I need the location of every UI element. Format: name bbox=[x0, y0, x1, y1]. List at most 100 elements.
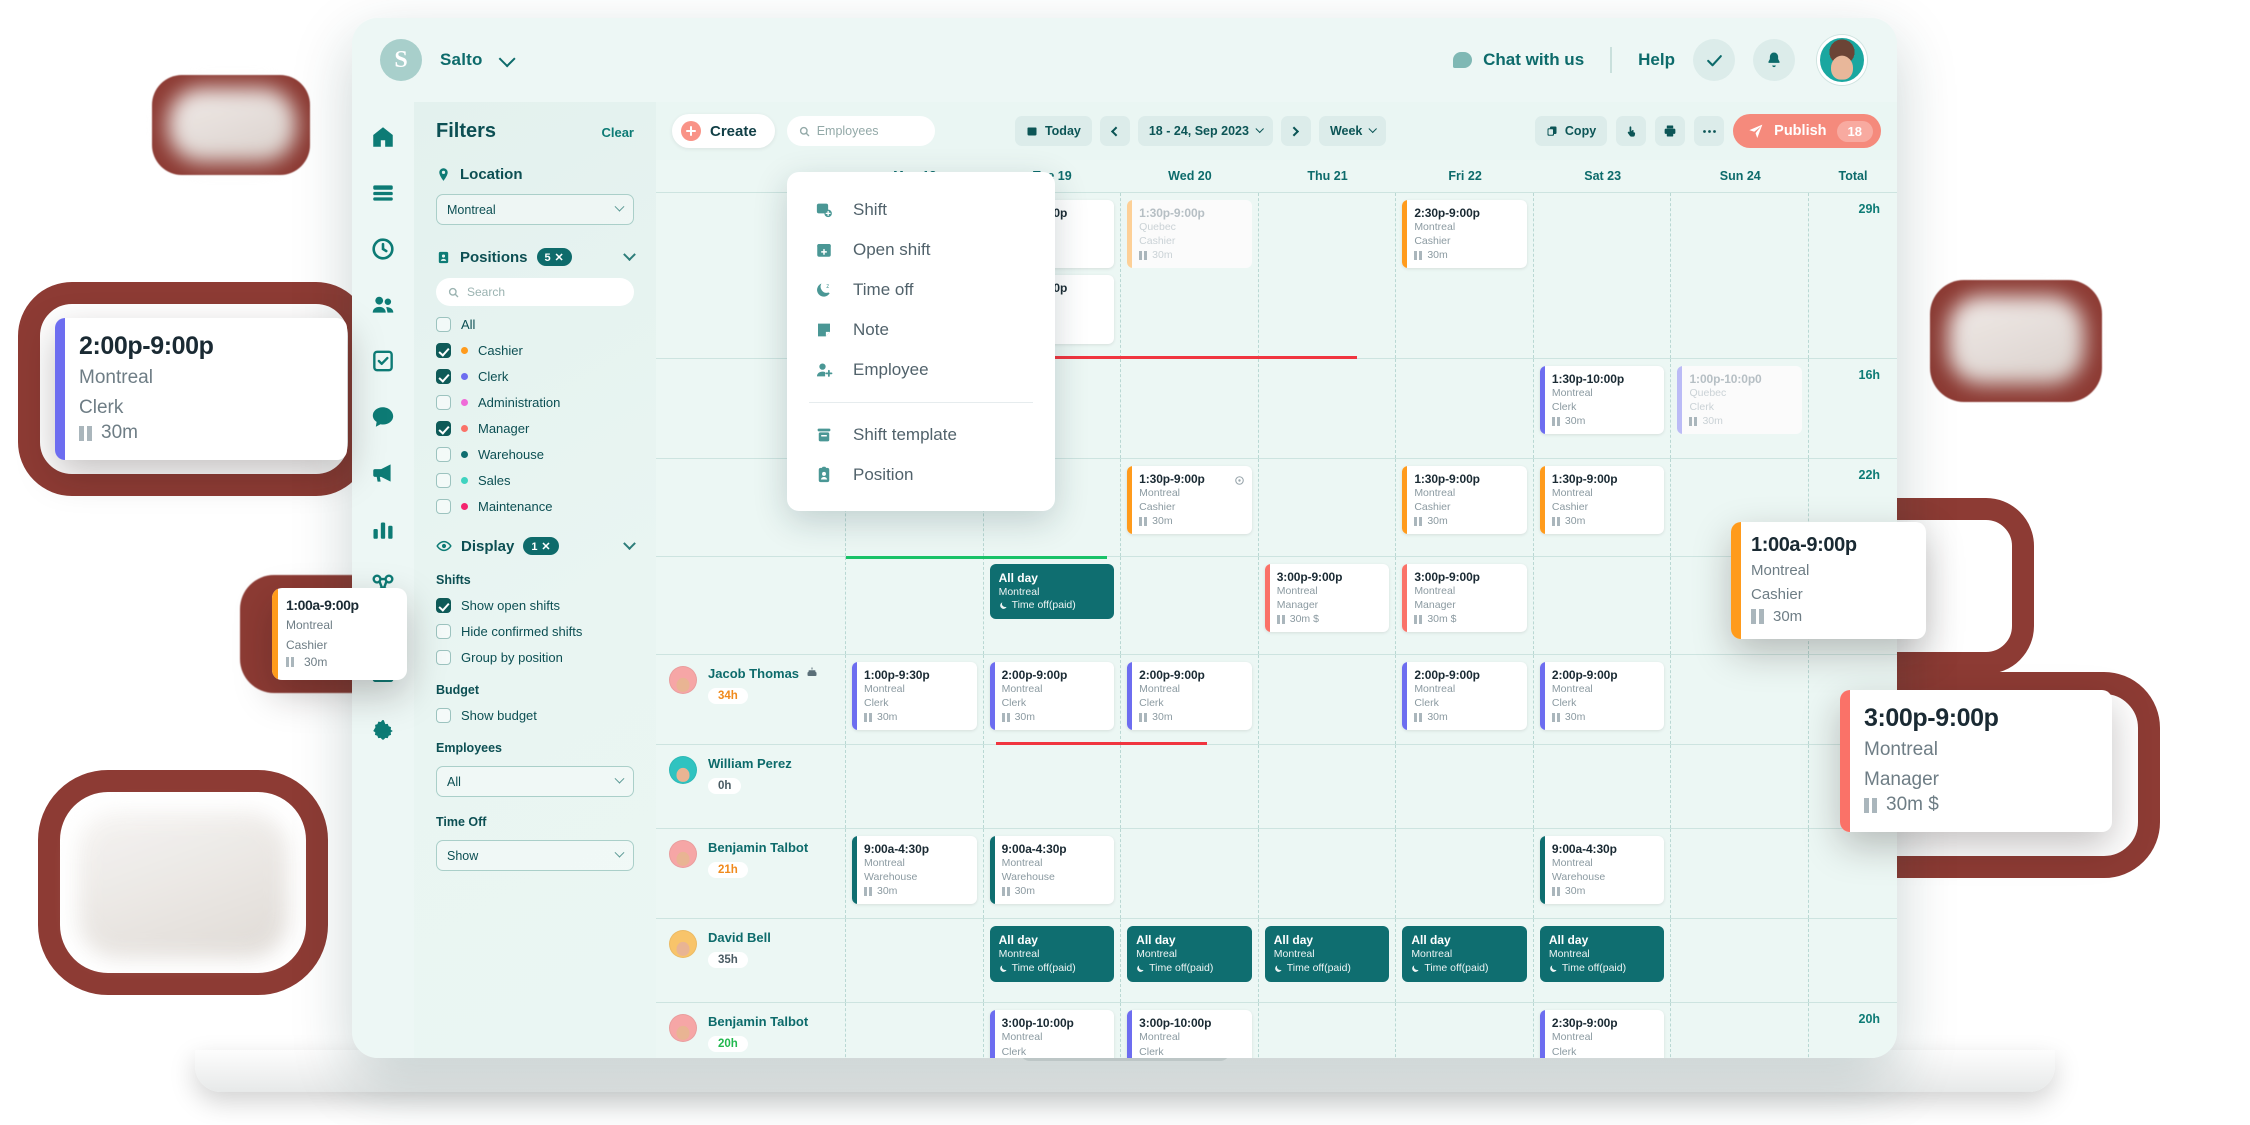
shift-block[interactable]: 9:00a-4:30p Montreal Warehouse 30m bbox=[1539, 836, 1665, 905]
print-button[interactable] bbox=[1655, 116, 1686, 146]
nav-messages-icon[interactable] bbox=[370, 404, 396, 430]
nav-timeclock-icon[interactable] bbox=[370, 236, 396, 262]
shift-block[interactable]: 9:00a-4:30p Montreal Warehouse 30m bbox=[989, 836, 1115, 905]
employee-cell[interactable]: William Perez 0h bbox=[656, 745, 846, 829]
schedule-cell-r8-d3[interactable] bbox=[1259, 1003, 1397, 1058]
shift-block[interactable]: 1:00p-10:0p0 Quebec Clerk 30m bbox=[1677, 365, 1803, 435]
employee-cell[interactable] bbox=[656, 556, 846, 654]
schedule-cell-r3-d0[interactable] bbox=[846, 556, 984, 654]
schedule-cell-r7-d4[interactable]: All day Montreal Time off(paid) bbox=[1396, 919, 1534, 1003]
schedule-cell-r5-d5[interactable] bbox=[1534, 745, 1672, 829]
previous-week-button[interactable] bbox=[1099, 116, 1130, 146]
create-menu-item-time-off[interactable]: z Time off bbox=[787, 270, 1055, 310]
next-week-button[interactable] bbox=[1280, 116, 1311, 146]
schedule-cell-r5-d4[interactable] bbox=[1396, 745, 1534, 829]
tasks-check-button[interactable] bbox=[1693, 39, 1735, 81]
shift-block[interactable]: 2:30p-9:00p Montreal Cashier 30m bbox=[1402, 200, 1527, 269]
salto-logo[interactable]: S bbox=[380, 39, 422, 81]
display-section-header[interactable]: Display 1 ✕ bbox=[436, 536, 636, 555]
schedule-cell-r2-d3[interactable] bbox=[1259, 458, 1397, 556]
copy-button[interactable]: Copy bbox=[1534, 116, 1608, 146]
schedule-cell-r7-d5[interactable]: All day Montreal Time off(paid) bbox=[1534, 919, 1672, 1003]
help-link[interactable]: Help bbox=[1638, 50, 1675, 70]
schedule-cell-r7-d6[interactable] bbox=[1671, 919, 1810, 1003]
schedule-cell-r5-d3[interactable] bbox=[1259, 745, 1397, 829]
nav-announcements-icon[interactable] bbox=[370, 460, 396, 486]
schedule-cell-r8-d1[interactable]: 3:00p-10:00pMontrealClerk30m bbox=[984, 1003, 1122, 1058]
employee-search-input[interactable]: Employees bbox=[786, 116, 935, 146]
shift-block[interactable]: 2:00p-9:00pMontrealClerk 30m bbox=[989, 661, 1115, 731]
checkbox[interactable] bbox=[436, 650, 451, 665]
shift-block[interactable]: 3:00p-9:00p Montreal Manager 30m $ bbox=[1402, 563, 1527, 633]
schedule-cell-r1-d6[interactable]: 1:00p-10:0p0 Quebec Clerk 30m bbox=[1671, 358, 1810, 458]
schedule-cell-r3-d4[interactable]: 3:00p-9:00p Montreal Manager 30m $ bbox=[1396, 556, 1534, 654]
schedule-cell-r1-d2[interactable] bbox=[1121, 358, 1259, 458]
schedule-cell-r7-d3[interactable]: All day Montreal Time off(paid) bbox=[1259, 919, 1397, 1003]
checkbox[interactable] bbox=[436, 447, 451, 462]
checkbox[interactable] bbox=[436, 499, 451, 514]
schedule-cell-r2-d5[interactable]: 1:30p-9:00p Montreal Cashier 30m bbox=[1534, 458, 1672, 556]
shift-block[interactable]: 1:30p-9:00p Quebec Cashier 30m bbox=[1127, 200, 1252, 269]
position-filter-all[interactable]: All bbox=[436, 317, 634, 332]
create-menu-item-note[interactable]: Note bbox=[787, 310, 1055, 350]
checkbox[interactable] bbox=[436, 598, 451, 613]
time-off-block[interactable]: All day Montreal Time off(paid) bbox=[1127, 926, 1252, 983]
shift-block[interactable]: 1:30p-9:00p Montreal Cashier 30m bbox=[1402, 465, 1527, 535]
schedule-cell-r8-d4[interactable] bbox=[1396, 1003, 1534, 1058]
position-filter-clerk[interactable]: Clerk bbox=[436, 369, 634, 384]
employee-cell[interactable]: Benjamin Talbot 21h bbox=[656, 829, 846, 919]
schedule-cell-r0-d6[interactable] bbox=[1671, 193, 1810, 358]
schedule-cell-r5-d6[interactable] bbox=[1671, 745, 1810, 829]
schedule-cell-r2-d2[interactable]: 1:30p-9:00p Montreal Cashier 30m bbox=[1121, 458, 1259, 556]
schedule-cell-r6-d3[interactable] bbox=[1259, 829, 1397, 919]
position-filter-manager[interactable]: Manager bbox=[436, 421, 634, 436]
schedule-cell-r6-d2[interactable] bbox=[1121, 829, 1259, 919]
chat-with-us-button[interactable]: Chat with us bbox=[1453, 50, 1584, 70]
position-filter-maintenance[interactable]: Maintenance bbox=[436, 499, 634, 514]
shift-block[interactable]: 1:30p-9:00p Montreal Cashier 30m bbox=[1539, 465, 1665, 535]
display-option-group-by-position[interactable]: Group by position bbox=[436, 650, 634, 665]
schedule-cell-r4-d5[interactable]: 2:00p-9:00p Montreal Clerk 30m bbox=[1534, 654, 1672, 745]
shift-block[interactable]: 2:00p-9:00pMontrealClerk 30m bbox=[1402, 661, 1527, 731]
chevron-down-icon[interactable] bbox=[623, 536, 636, 550]
schedule-cell-r4-d0[interactable]: 1:00p-9:30p Montreal Clerk 30m bbox=[846, 654, 984, 745]
schedule-cell-r4-d2[interactable]: 2:00p-9:00p Montreal Clerk 30m bbox=[1121, 654, 1259, 745]
publish-button[interactable]: Publish 18 bbox=[1733, 114, 1881, 148]
today-button[interactable]: Today bbox=[1014, 116, 1092, 146]
chevron-down-icon[interactable] bbox=[623, 247, 636, 261]
create-button[interactable]: Create bbox=[672, 114, 775, 148]
checkbox[interactable] bbox=[436, 624, 451, 639]
schedule-cell-r0-d4[interactable]: 2:30p-9:00p Montreal Cashier 30m bbox=[1396, 193, 1534, 358]
display-option-show-budget[interactable]: Show budget bbox=[436, 708, 634, 723]
checkbox[interactable] bbox=[436, 421, 451, 436]
schedule-cell-r3-d5[interactable] bbox=[1534, 556, 1672, 654]
schedule-cell-r4-d1[interactable]: 2:00p-9:00p Montreal Clerk 30m bbox=[984, 654, 1122, 745]
schedule-cell-r6-d4[interactable] bbox=[1396, 829, 1534, 919]
schedule-cell-r6-d0[interactable]: 9:00a-4:30p Montreal Warehouse 30m bbox=[846, 829, 984, 919]
display-option-show-open-shifts[interactable]: Show open shifts bbox=[436, 598, 634, 613]
nav-home-icon[interactable] bbox=[370, 124, 396, 150]
schedule-cell-r0-d5[interactable] bbox=[1534, 193, 1672, 358]
schedule-cell-r8-d6[interactable] bbox=[1671, 1003, 1810, 1058]
nav-reports-icon[interactable] bbox=[370, 516, 396, 542]
schedule-cell-r8-d5[interactable]: 2:30p-9:00pMontrealClerk30m bbox=[1534, 1003, 1672, 1058]
positions-count-badge[interactable]: 5 ✕ bbox=[536, 248, 573, 266]
shift-block[interactable]: 1:30p-9:00p Montreal Cashier 30m bbox=[1127, 465, 1252, 535]
checkbox[interactable] bbox=[436, 395, 451, 410]
create-menu-item-open-shift[interactable]: Open shift bbox=[787, 230, 1055, 270]
checkbox[interactable] bbox=[436, 369, 451, 384]
shift-block[interactable]: 3:00p-10:00pMontrealClerk30m bbox=[989, 1010, 1115, 1058]
shift-block[interactable]: 1:00p-9:30p Montreal Clerk 30m bbox=[852, 661, 977, 731]
positions-search-input[interactable]: Search bbox=[436, 278, 634, 306]
schedule-cell-r5-d1[interactable] bbox=[984, 745, 1122, 829]
schedule-cell-r8-d2[interactable]: 3:00p-10:00pMontrealClerk30m bbox=[1121, 1003, 1259, 1058]
schedule-cell-r4-d6[interactable] bbox=[1671, 654, 1810, 745]
schedule-cell-r5-d2[interactable] bbox=[1121, 745, 1259, 829]
create-menu-item-shift[interactable]: Shift bbox=[787, 190, 1055, 230]
positions-section-header[interactable]: Positions 5 ✕ bbox=[436, 247, 636, 266]
schedule-cell-r3-d1[interactable]: All day Montreal Time off(paid) bbox=[984, 556, 1122, 654]
user-avatar[interactable] bbox=[1817, 35, 1867, 85]
schedule-cell-r5-d0[interactable] bbox=[846, 745, 984, 829]
clear-filters-button[interactable]: Clear bbox=[601, 125, 634, 140]
time-off-block[interactable]: All day Montreal Time off(paid) bbox=[1264, 926, 1390, 983]
